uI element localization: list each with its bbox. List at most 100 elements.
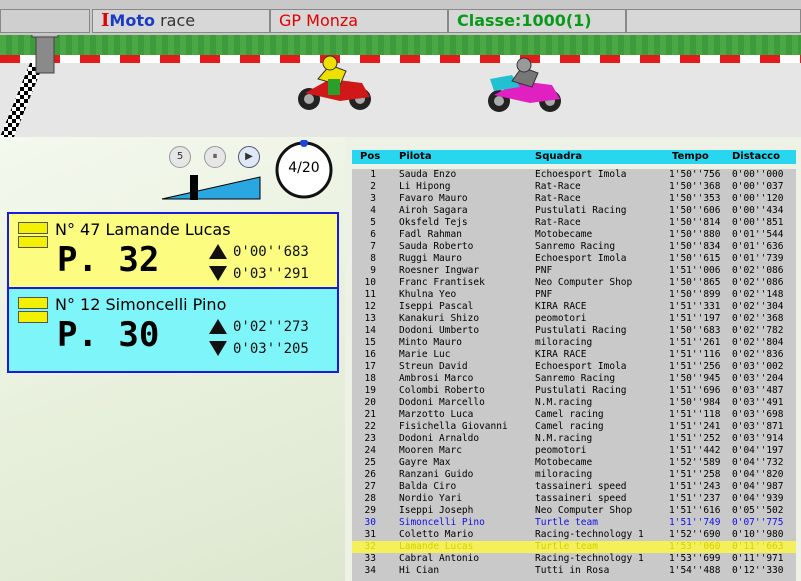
cell-pilota: Fisichella Giovanni — [399, 421, 508, 432]
table-row[interactable]: 20 Dodoni Marcello N.M.racing 1'50''984 0'03… — [352, 397, 796, 409]
cell-pos: 16 — [364, 349, 376, 360]
table-row[interactable]: 5 Oksfeld Tejs Rat-Race 1'50''814 0'00''851 — [352, 217, 796, 229]
table-row[interactable]: 7 Sauda Roberto Sanremo Racing 1'50''834 0'0… — [352, 241, 796, 253]
cell-pos: 3 — [370, 193, 376, 204]
arrow-down-icon — [209, 341, 227, 356]
table-row[interactable]: 19 Colombi Roberto Pustulati Racing 1'51''6… — [352, 385, 796, 397]
arrow-up-icon — [209, 244, 227, 259]
logo-race: race — [154, 11, 196, 30]
table-row[interactable]: 14 Dodoni Umberto Pustulati Racing 1'50''68… — [352, 325, 796, 337]
driver-card-2[interactable]: N° 12 Simoncelli Pino P. 30 0'02''273 0'… — [7, 287, 339, 373]
cell-pilota: Lamande Lucas — [399, 541, 474, 552]
driver-card-1[interactable]: N° 47 Lamande Lucas P. 32 0'00''683 0'03… — [7, 212, 339, 298]
cell-pos: 33 — [364, 553, 376, 564]
col-tempo-header: Tempo — [672, 151, 709, 162]
cell-pilota: Mooren Marc — [399, 445, 462, 456]
table-row[interactable]: 25 Gayre Max Motobecame 1'52''589 0'04''732 — [352, 457, 796, 469]
cell-tempo: 1'50''615 — [669, 253, 721, 264]
cell-pilota: Li Hipong — [399, 181, 451, 192]
cell-tempo: 1'51''256 — [669, 361, 721, 372]
throttle-gauge[interactable] — [160, 175, 262, 201]
cell-squadra: Neo Computer Shop — [535, 277, 633, 288]
throttle-marker[interactable] — [190, 175, 198, 200]
cell-tempo: 1'50''865 — [669, 277, 721, 288]
cell-pilota: Kanakuri Shizo — [399, 313, 480, 324]
cell-tempo: 1'51''118 — [669, 409, 721, 420]
col-squadra-header: Squadra — [535, 151, 583, 162]
cell-squadra: tassaineri speed — [535, 481, 627, 492]
cell-squadra: KIRA RACE — [535, 349, 587, 360]
cell-pilota: Colombi Roberto — [399, 385, 485, 396]
standings-header: Pos Pilota Squadra Tempo Distacco — [352, 150, 796, 164]
pause-button[interactable]: ⏸ — [204, 146, 226, 168]
table-row[interactable]: 24 Mooren Marc peomotori 1'51''442 0'04''197 — [352, 445, 796, 457]
cell-tempo: 1'50''756 — [669, 169, 721, 180]
table-row[interactable]: 12 Iseppi Pascal KIRA RACE 1'51''331 0'02''3… — [352, 301, 796, 313]
cell-tempo: 1'51''696 — [669, 385, 721, 396]
table-row[interactable]: 23 Dodoni Arnaldo N.M.racing 1'51''252 0'03'… — [352, 433, 796, 445]
cell-pos: 5 — [370, 217, 376, 228]
cell-pos: 27 — [364, 481, 376, 492]
table-row[interactable]: 26 Ranzani Guido miloracing 1'51''258 0'04''… — [352, 469, 796, 481]
cell-tempo: 1'51''241 — [669, 421, 721, 432]
cell-tempo: 1'50''945 — [669, 373, 721, 384]
cell-distacco: 0'02''148 — [732, 289, 784, 300]
table-row[interactable]: 2 Li Hipong Rat-Race 1'50''368 0'00''037 — [352, 181, 796, 193]
table-row[interactable]: 9 Roesner Ingwar PNF 1'51''006 0'02''086 — [352, 265, 796, 277]
cell-pos: 29 — [364, 505, 376, 516]
table-row[interactable]: 4 Airoh Sagara Pustulati Racing 1'50''606 0'… — [352, 205, 796, 217]
cell-distacco: 0'00''851 — [732, 217, 784, 228]
table-row[interactable]: 33 Cabral Antonio Racing-technology 1 1'53'… — [352, 553, 796, 565]
cell-distacco: 0'02''086 — [732, 265, 784, 276]
table-row[interactable]: 8 Ruggi Mauro Echoesport Imola 1'50''615 0'0… — [352, 253, 796, 265]
table-row[interactable]: 21 Marzotto Luca Camel racing 1'51''118 0'03… — [352, 409, 796, 421]
cell-pilota: Airoh Sagara — [399, 205, 468, 216]
cell-pilota: Gayre Max — [399, 457, 451, 468]
cell-distacco: 0'05''502 — [732, 505, 784, 516]
speed-button[interactable]: 5 — [169, 146, 191, 168]
table-row[interactable]: 22 Fisichella Giovanni Camel racing 1'51''2… — [352, 421, 796, 433]
cell-pilota: Dodoni Arnaldo — [399, 433, 480, 444]
cell-squadra: Racing-technology 1 — [535, 529, 644, 540]
cell-distacco: 0'02''086 — [732, 277, 784, 288]
cell-tempo: 1'53''060 — [669, 541, 721, 552]
cell-pilota: Coletto Mario — [399, 529, 474, 540]
cell-distacco: 0'01''636 — [732, 241, 784, 252]
cell-distacco: 0'03''491 — [732, 397, 784, 408]
track-view — [0, 35, 801, 137]
cell-pos: 24 — [364, 445, 376, 456]
cell-tempo: 1'54''488 — [669, 565, 721, 576]
table-row[interactable]: 29 Iseppi Joseph Neo Computer Shop 1'51''61… — [352, 505, 796, 517]
cell-pilota: Favaro Mauro — [399, 193, 468, 204]
table-row[interactable]: 16 Marie Luc KIRA RACE 1'51''116 0'02''836 — [352, 349, 796, 361]
table-row[interactable]: 31 Coletto Mario Racing-technology 1 1'52''… — [352, 529, 796, 541]
table-row[interactable]: 15 Minto Mauro miloracing 1'51''261 0'02''80… — [352, 337, 796, 349]
cell-squadra: Turtle team — [535, 541, 598, 552]
table-row[interactable]: 10 Franc Frantisek Neo Computer Shop 1'50''… — [352, 277, 796, 289]
table-row[interactable]: 1 Sauda Enzo Echoesport Imola 1'50''756 0'00… — [352, 169, 796, 181]
play-button[interactable]: ▶ — [238, 146, 260, 168]
cell-pos: 7 — [370, 241, 376, 252]
cell-pilota: Dodoni Umberto — [399, 325, 480, 336]
cell-squadra: PNF — [535, 265, 553, 276]
table-row[interactable]: 32 Lamande Lucas Turtle team 1'53''060 0'11'… — [352, 541, 796, 553]
table-row[interactable]: 18 Ambrosi Marco Sanremo Racing 1'50''945 0'… — [352, 373, 796, 385]
gap-ahead: 0'00''683 — [233, 244, 309, 260]
table-row[interactable]: 6 Fadl Rahman Motobecame 1'50''880 0'01''544 — [352, 229, 796, 241]
table-row[interactable]: 11 Khulna Yeo PNF 1'50''899 0'02''148 — [352, 289, 796, 301]
logo-moto: Moto — [109, 11, 155, 30]
cell-distacco: 0'10''980 — [732, 529, 784, 540]
table-row[interactable]: 30 Simoncelli Pino Turtle team 1'51''749 0'0… — [352, 517, 796, 529]
table-row[interactable]: 28 Nordio Yari tassaineri speed 1'51''237 0'… — [352, 493, 796, 505]
table-row[interactable]: 34 Hi Cian Tutti in Rosa 1'54''488 0'12''330 — [352, 565, 796, 577]
cell-distacco: 0'02''836 — [732, 349, 784, 360]
cell-pilota: Iseppi Joseph — [399, 505, 474, 516]
cell-distacco: 0'11''663 — [732, 541, 784, 552]
table-row[interactable]: 3 Favaro Mauro Rat-Race 1'50''353 0'00''120 — [352, 193, 796, 205]
cell-pos: 18 — [364, 373, 376, 384]
table-row[interactable]: 27 Balda Ciro tassaineri speed 1'51''243 0'0… — [352, 481, 796, 493]
table-row[interactable]: 13 Kanakuri Shizo peomotori 1'51''197 0'02''… — [352, 313, 796, 325]
table-row[interactable]: 17 Streun David Echoesport Imola 1'51''256 0… — [352, 361, 796, 373]
driver-position: P. 30 — [57, 315, 160, 355]
cell-pos: 25 — [364, 457, 376, 468]
